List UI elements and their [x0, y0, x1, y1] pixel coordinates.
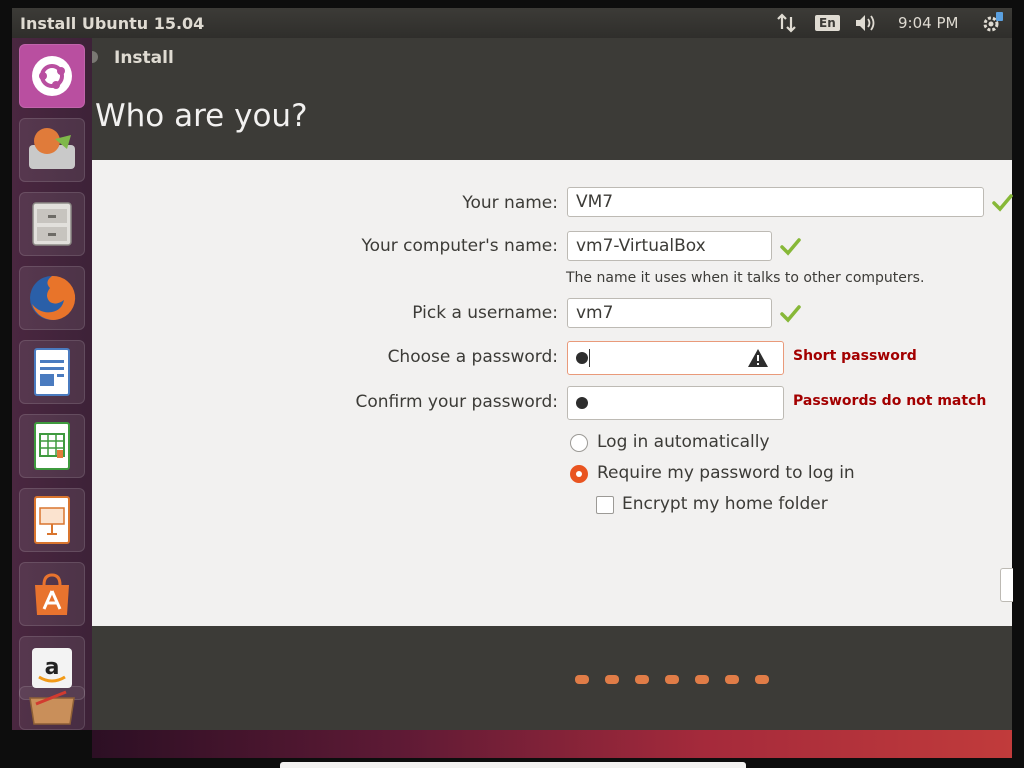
- network-icon: [777, 13, 796, 33]
- progress-step: [635, 675, 649, 684]
- window-title: Install Ubuntu 15.04: [20, 14, 205, 33]
- installer-window-title: Install: [114, 48, 174, 68]
- system-menu[interactable]: [980, 8, 1004, 38]
- login-automatically-label[interactable]: Log in automatically: [597, 432, 770, 452]
- screen-bottom-bar: [280, 762, 746, 768]
- progress-step: [725, 675, 739, 684]
- files-icon: [32, 202, 72, 246]
- window-handle-icon: [92, 51, 98, 63]
- computer-name-label: Your computer's name:: [361, 236, 558, 256]
- progress-step: [695, 675, 709, 684]
- username-field[interactable]: [567, 298, 772, 328]
- desktop-wallpaper-strip: [92, 730, 1012, 758]
- installer-header: Install Who are you?: [92, 38, 1012, 160]
- launcher-writer[interactable]: [19, 340, 85, 404]
- ubuntu-dash-icon: [32, 56, 72, 96]
- calc-icon: [34, 422, 70, 470]
- progress-step: [575, 675, 589, 684]
- progress-step: [605, 675, 619, 684]
- password-mask-dot: [576, 352, 588, 364]
- network-indicator[interactable]: [776, 8, 798, 38]
- launcher-trash[interactable]: [19, 686, 85, 730]
- launcher-firefox[interactable]: [19, 266, 85, 330]
- gear-icon: [983, 12, 1003, 32]
- launcher-impress[interactable]: [19, 488, 85, 552]
- confirm-password-label: Confirm your password:: [355, 392, 558, 412]
- encrypt-home-checkbox[interactable]: [596, 496, 614, 514]
- launcher-installer[interactable]: [19, 118, 85, 182]
- page-title: Who are you?: [95, 98, 308, 134]
- svg-text:a: a: [45, 655, 60, 680]
- your-name-label: Your name:: [462, 193, 558, 213]
- firefox-icon: [30, 275, 76, 320]
- software-center-icon: [35, 573, 69, 615]
- clock[interactable]: 9:04 PM: [898, 8, 958, 38]
- confirm-password-mask-dot: [576, 397, 588, 409]
- encrypt-home-label[interactable]: Encrypt my home folder: [622, 494, 828, 514]
- sound-indicator[interactable]: [854, 8, 880, 38]
- ubuntu-installer-icon: [29, 128, 75, 169]
- password-error: Short password: [793, 348, 917, 364]
- username-label: Pick a username:: [412, 303, 558, 323]
- login-automatically-radio[interactable]: [570, 434, 588, 452]
- keyboard-indicator[interactable]: En: [815, 8, 840, 38]
- writer-icon: [34, 348, 70, 396]
- launcher-calc[interactable]: [19, 414, 85, 478]
- speaker-icon: [856, 15, 875, 31]
- computer-name-valid-check-icon: [780, 238, 801, 256]
- password-field[interactable]: [567, 341, 784, 375]
- top-panel: Install Ubuntu 15.04 En 9:04 PM: [12, 8, 1012, 38]
- confirm-password-error: Passwords do not match: [793, 393, 987, 409]
- progress-step: [755, 675, 769, 684]
- name-valid-check-icon: [992, 194, 1013, 212]
- launcher-files[interactable]: [19, 192, 85, 256]
- require-password-radio[interactable]: [570, 465, 588, 483]
- continue-button-edge[interactable]: [1000, 568, 1013, 602]
- keyboard-layout-badge: En: [815, 15, 840, 31]
- installer-footer: [92, 626, 1012, 730]
- progress-step: [665, 675, 679, 684]
- launcher-dash[interactable]: [19, 44, 85, 108]
- computer-name-field[interactable]: [567, 231, 772, 261]
- launcher-software-center[interactable]: [19, 562, 85, 626]
- your-name-field[interactable]: [567, 187, 984, 217]
- require-password-label[interactable]: Require my password to log in: [597, 463, 855, 483]
- trash-icon: [29, 690, 75, 725]
- computer-name-hint: The name it uses when it talks to other …: [566, 270, 925, 286]
- username-valid-check-icon: [780, 305, 801, 323]
- warning-icon: [748, 349, 768, 367]
- launcher: a: [12, 38, 92, 730]
- confirm-password-field[interactable]: [567, 386, 784, 420]
- impress-icon: [34, 496, 70, 544]
- password-label: Choose a password:: [387, 347, 558, 367]
- text-cursor: [589, 349, 590, 367]
